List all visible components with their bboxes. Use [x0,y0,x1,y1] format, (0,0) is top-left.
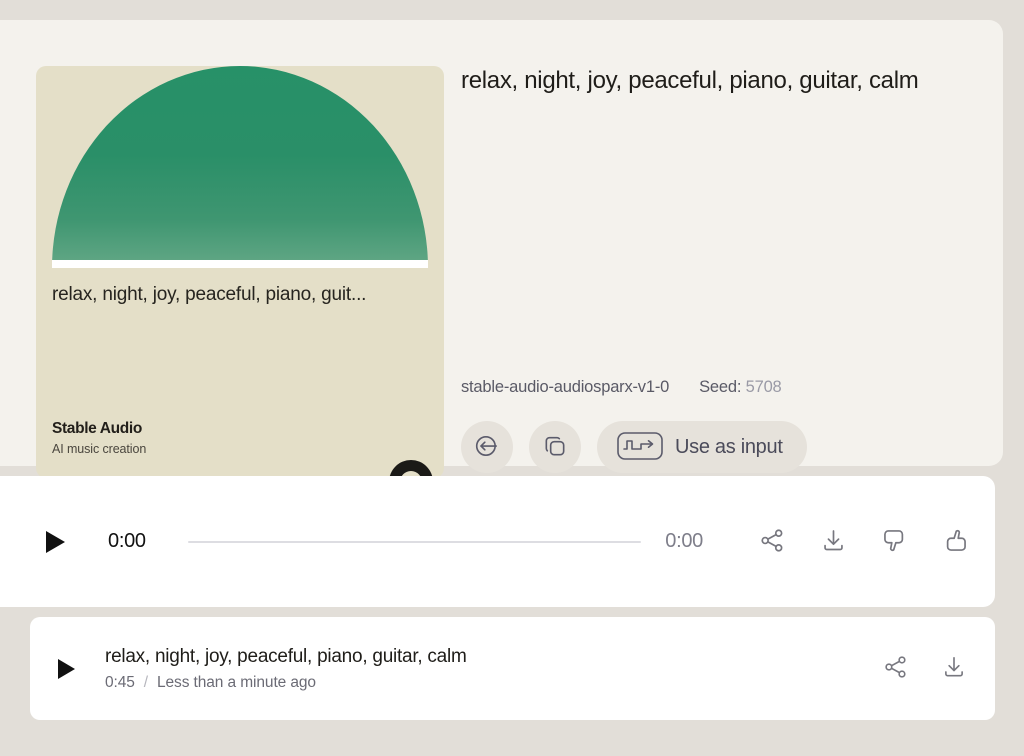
download-button[interactable] [941,654,967,683]
thumbs-up-icon [942,527,969,557]
prompt-text: relax, night, joy, peaceful, piano, guit… [461,67,919,94]
brand-tagline: AI music creation [52,442,147,456]
copy-icon [542,433,568,462]
track-duration: 0:45 [105,674,135,692]
download-icon [820,527,847,557]
share-button[interactable] [759,527,786,557]
restore-prompt-button[interactable] [461,421,513,473]
brand-block: Stable Audio AI music creation [52,420,146,456]
stability-arch-logo-icon [388,452,434,478]
track-info: relax, night, joy, peaceful, piano, guit… [105,645,883,693]
track-actions [883,654,967,683]
audio-player: 0:00 0:00 [0,476,995,607]
play-icon[interactable] [58,658,75,679]
artwork-caption: relax, night, joy, peaceful, piano, guit… [52,284,367,305]
track-title: relax, night, joy, peaceful, piano, guit… [105,645,467,667]
thumbs-up-button[interactable] [942,527,969,557]
brand-name: Stable Audio [52,420,142,438]
arrow-left-in-circle-icon [474,433,500,462]
waveform-arrow-icon [617,431,663,463]
album-artwork [52,66,428,268]
player-actions [759,527,969,557]
share-icon [883,654,909,683]
use-as-input-button[interactable]: Use as input [597,421,807,473]
app-root: relax, night, joy, peaceful, piano, guit… [0,0,1024,756]
thumbs-down-button[interactable] [881,527,908,557]
track-separator: / [143,674,148,692]
model-name: stable-audio-audiosparx-v1-0 [461,378,670,396]
seed-label: Seed: [699,378,742,396]
track-row[interactable]: relax, night, joy, peaceful, piano, guit… [30,617,995,720]
track-timestamp: Less than a minute ago [157,674,316,692]
copy-button[interactable] [529,421,581,473]
action-buttons: Use as input [461,421,807,473]
seed-value: 5708 [745,378,782,396]
artwork-divider-bar [52,260,428,268]
use-as-input-label: Use as input [675,435,783,458]
progress-slider[interactable] [187,540,642,543]
album-art-card[interactable]: relax, night, joy, peaceful, piano, guit… [36,66,444,478]
share-icon [759,527,786,557]
generation-metadata: stable-audio-audiosparx-v1-0 Seed: 5708 [461,378,782,397]
generation-result-panel: relax, night, joy, peaceful, piano, guit… [0,20,1003,478]
artwork-dome-shape [52,66,428,268]
download-icon [941,654,967,683]
download-button[interactable] [820,527,847,557]
play-icon[interactable] [46,530,65,553]
total-duration: 0:00 [665,530,703,552]
current-time: 0:00 [108,530,146,552]
track-subtitle: 0:45 / Less than a minute ago [105,674,883,692]
share-button[interactable] [883,654,909,683]
thumbs-down-icon [881,527,908,557]
seed-info: Seed: 5708 [699,378,782,397]
prompt-info: relax, night, joy, peaceful, piano, guit… [461,64,941,98]
